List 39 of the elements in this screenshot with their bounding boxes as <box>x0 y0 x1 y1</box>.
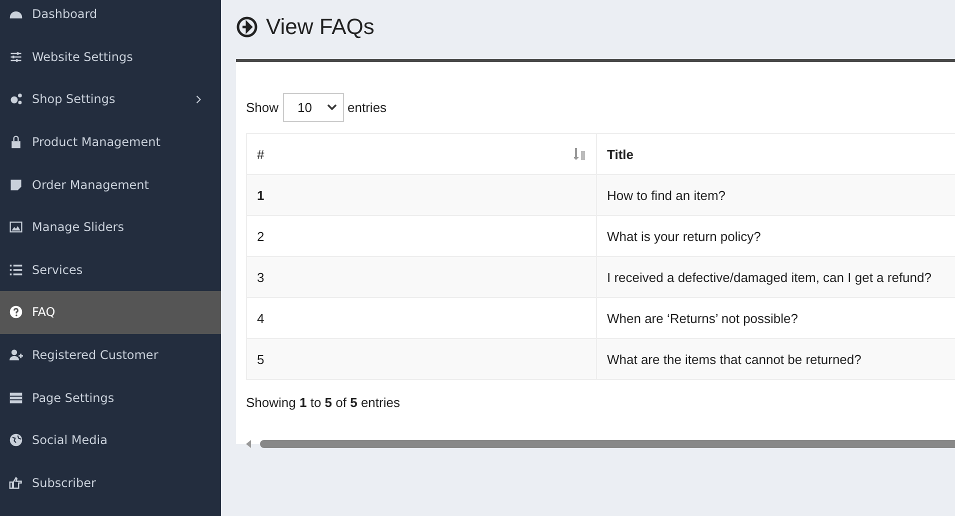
sidebar-item[interactable]: Product Management <box>0 120 221 164</box>
globe-icon <box>9 433 23 448</box>
sliders-icon <box>9 50 23 64</box>
table-info: Showing 1 to 5 of 5 entries <box>246 395 401 410</box>
column-header[interactable]: # <box>246 134 596 174</box>
table-cell: What are the items that cannot be returned? <box>596 338 955 380</box>
sidebar-item[interactable]: Services <box>0 248 221 292</box>
entries-label: entries <box>348 100 387 114</box>
sidebar-item[interactable]: Subscriber <box>0 462 221 504</box>
sidebar-item[interactable]: FAQ <box>0 291 221 334</box>
stacked-bars-icon <box>9 390 23 405</box>
add-user-icon <box>9 348 23 362</box>
table-cell: 1 <box>246 174 596 216</box>
scroll-left-icon[interactable] <box>246 440 252 448</box>
image-icon <box>9 220 23 234</box>
sidebar-item[interactable]: Registered Customer <box>0 334 221 376</box>
sidebar-item[interactable]: Page Settings <box>0 376 221 419</box>
entries-select[interactable]: 10 <box>282 92 344 122</box>
table-cell: 5 <box>246 338 596 380</box>
sidebar-item[interactable]: Order Management <box>0 163 221 206</box>
table-cell: 3 <box>246 256 596 298</box>
page-title: View FAQs <box>266 14 374 40</box>
list-icon <box>9 262 23 277</box>
sidebar-item[interactable]: Dashboard <box>0 0 221 36</box>
column-header[interactable]: Title <box>596 134 955 174</box>
note-icon <box>9 178 23 192</box>
sidebar-item[interactable]: Social Media <box>0 418 221 462</box>
sidebar-item[interactable]: Shop Settings <box>0 78 221 121</box>
arrow-circle-icon <box>236 16 258 38</box>
pointing-hand-icon <box>9 476 23 490</box>
sidebar-item[interactable]: Manage Sliders <box>0 206 221 249</box>
show-label: Show <box>246 100 279 114</box>
sidebar-item[interactable]: Website Settings <box>0 36 221 78</box>
table-cell: I received a defective/damaged item, can I get a refund? <box>596 256 955 298</box>
table-cell: How to find an item? <box>596 174 955 216</box>
chevron-down-icon <box>326 104 337 110</box>
sort-icon <box>574 147 586 161</box>
scrollbar-thumb[interactable] <box>260 440 955 448</box>
question-icon <box>9 305 23 320</box>
